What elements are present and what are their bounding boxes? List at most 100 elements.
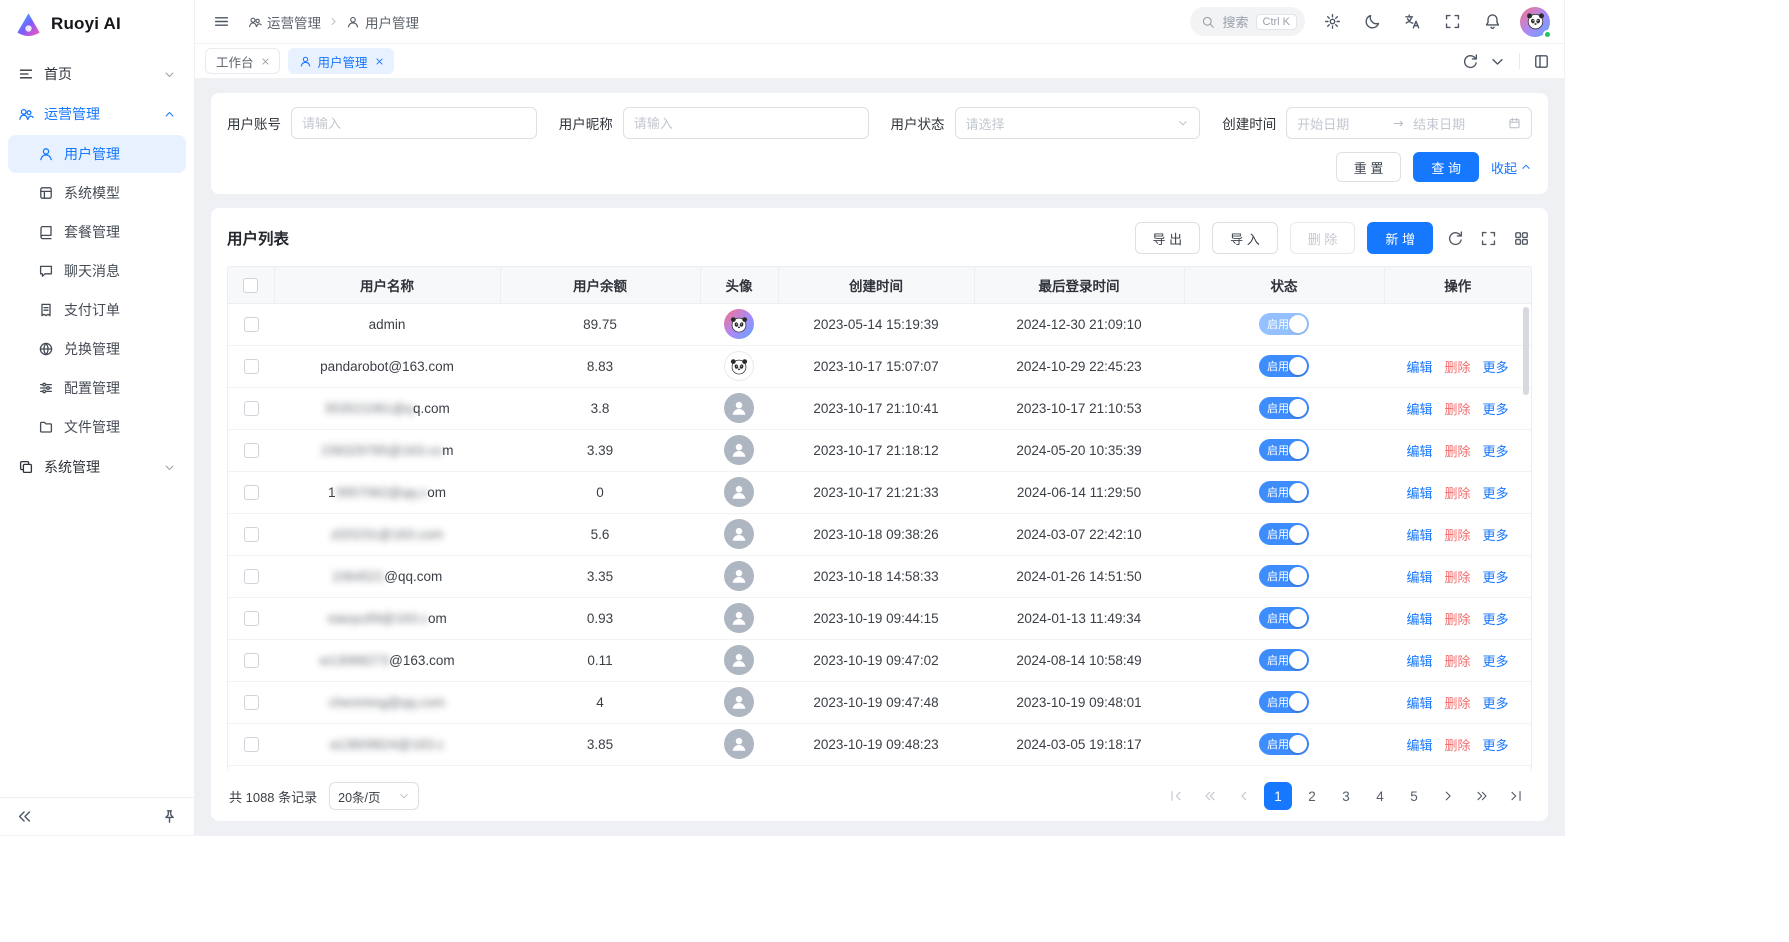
row-checkbox[interactable] <box>244 569 259 584</box>
more-link[interactable]: 更多 <box>1483 696 1509 711</box>
more-link[interactable]: 更多 <box>1483 402 1509 417</box>
status-select[interactable]: 请选择 <box>955 107 1201 139</box>
status-toggle[interactable]: 启用 <box>1259 439 1309 461</box>
status-toggle[interactable]: 启用 <box>1259 649 1309 671</box>
more-link[interactable]: 更多 <box>1483 654 1509 669</box>
prev-jump-button[interactable] <box>1196 782 1224 810</box>
sidebar-item-home[interactable]: 首页 <box>8 54 186 94</box>
more-link[interactable]: 更多 <box>1483 570 1509 585</box>
nickname-input[interactable] <box>623 107 869 139</box>
logo[interactable]: Ruoyi AI <box>0 0 194 48</box>
date-range-picker[interactable]: 开始日期 结束日期 <box>1286 107 1532 139</box>
tab-user-management[interactable]: 用户管理 <box>288 48 394 74</box>
page-button-4[interactable]: 4 <box>1366 782 1394 810</box>
sidebar-item-exchange-management[interactable]: 兑换管理 <box>8 330 186 368</box>
row-checkbox[interactable] <box>244 443 259 458</box>
last-page-button[interactable] <box>1502 782 1530 810</box>
more-link[interactable]: 更多 <box>1483 486 1509 501</box>
edit-link[interactable]: 编辑 <box>1406 528 1432 543</box>
edit-link[interactable]: 编辑 <box>1406 612 1432 627</box>
row-checkbox[interactable] <box>244 485 259 500</box>
first-page-button[interactable] <box>1162 782 1190 810</box>
layout-icon[interactable] <box>1529 49 1554 74</box>
page-button-2[interactable]: 2 <box>1298 782 1326 810</box>
sidebar-item-user-management[interactable]: 用户管理 <box>8 135 186 173</box>
status-toggle[interactable]: 启用 <box>1259 565 1309 587</box>
sidebar-item-system-model[interactable]: 系统模型 <box>8 174 186 212</box>
edit-link[interactable]: 编辑 <box>1406 360 1432 375</box>
search-button[interactable]: 查 询 <box>1413 152 1479 182</box>
edit-link[interactable]: 编辑 <box>1406 444 1432 459</box>
edit-link[interactable]: 编辑 <box>1406 486 1432 501</box>
account-input[interactable] <box>291 107 537 139</box>
status-toggle[interactable]: 启用 <box>1259 313 1309 335</box>
status-toggle[interactable]: 启用 <box>1259 355 1309 377</box>
next-jump-button[interactable] <box>1468 782 1496 810</box>
export-button[interactable]: 导 出 <box>1135 222 1201 254</box>
page-size-select[interactable]: 20条/页 <box>329 782 419 810</box>
delete-button[interactable]: 删 除 <box>1290 222 1356 254</box>
translate-icon[interactable] <box>1400 9 1425 34</box>
row-checkbox[interactable] <box>244 359 259 374</box>
user-avatar[interactable] <box>1520 7 1550 37</box>
row-checkbox[interactable] <box>244 737 259 752</box>
more-link[interactable]: 更多 <box>1483 444 1509 459</box>
delete-link[interactable]: 删除 <box>1444 486 1470 501</box>
scrollbar-thumb[interactable] <box>1523 307 1529 395</box>
pin-sidebar-icon[interactable] <box>157 804 182 829</box>
edit-link[interactable]: 编辑 <box>1406 654 1432 669</box>
row-checkbox[interactable] <box>244 611 259 626</box>
row-checkbox[interactable] <box>244 527 259 542</box>
sidebar-item-file-management[interactable]: 文件管理 <box>8 408 186 446</box>
delete-link[interactable]: 删除 <box>1444 402 1470 417</box>
more-link[interactable]: 更多 <box>1483 360 1509 375</box>
delete-link[interactable]: 删除 <box>1444 444 1470 459</box>
more-link[interactable]: 更多 <box>1483 528 1509 543</box>
sidebar-item-chat-messages[interactable]: 聊天消息 <box>8 252 186 290</box>
page-button-5[interactable]: 5 <box>1400 782 1428 810</box>
sidebar-item-config-management[interactable]: 配置管理 <box>8 369 186 407</box>
status-toggle[interactable]: 启用 <box>1259 481 1309 503</box>
breadcrumb-item[interactable]: 运营管理 <box>248 12 321 32</box>
more-link[interactable]: 更多 <box>1483 738 1509 753</box>
delete-link[interactable]: 删除 <box>1444 654 1470 669</box>
delete-link[interactable]: 删除 <box>1444 612 1470 627</box>
add-button[interactable]: 新 增 <box>1367 222 1433 254</box>
sidebar-item-payment-orders[interactable]: 支付订单 <box>8 291 186 329</box>
prev-page-button[interactable] <box>1230 782 1258 810</box>
edit-link[interactable]: 编辑 <box>1406 402 1432 417</box>
edit-link[interactable]: 编辑 <box>1406 696 1432 711</box>
status-toggle[interactable]: 启用 <box>1259 691 1309 713</box>
chevron-down-icon[interactable] <box>1485 49 1510 74</box>
collapse-sidebar-icon[interactable] <box>12 804 37 829</box>
delete-link[interactable]: 删除 <box>1444 528 1470 543</box>
delete-link[interactable]: 删除 <box>1444 738 1470 753</box>
page-button-1[interactable]: 1 <box>1264 782 1292 810</box>
sidebar-item-system[interactable]: 系统管理 <box>8 447 186 487</box>
hamburger-menu-icon[interactable] <box>209 9 234 34</box>
grid-icon[interactable] <box>1511 228 1532 249</box>
status-toggle[interactable]: 启用 <box>1259 733 1309 755</box>
fullscreen-icon[interactable] <box>1440 9 1465 34</box>
bell-icon[interactable] <box>1480 9 1505 34</box>
row-checkbox[interactable] <box>244 401 259 416</box>
sidebar-item-package-management[interactable]: 套餐管理 <box>8 213 186 251</box>
reset-button[interactable]: 重 置 <box>1336 152 1402 182</box>
collapse-filters-link[interactable]: 收起 <box>1491 158 1532 177</box>
tab-workbench[interactable]: 工作台 <box>205 48 280 74</box>
delete-link[interactable]: 删除 <box>1444 570 1470 585</box>
delete-link[interactable]: 删除 <box>1444 360 1470 375</box>
delete-link[interactable]: 删除 <box>1444 696 1470 711</box>
refresh-icon[interactable] <box>1458 49 1483 74</box>
status-toggle[interactable]: 启用 <box>1259 523 1309 545</box>
edit-link[interactable]: 编辑 <box>1406 570 1432 585</box>
breadcrumb-item[interactable]: 用户管理 <box>346 12 419 32</box>
page-button-3[interactable]: 3 <box>1332 782 1360 810</box>
import-button[interactable]: 导 入 <box>1212 222 1278 254</box>
row-checkbox[interactable] <box>244 695 259 710</box>
row-checkbox[interactable] <box>244 653 259 668</box>
select-all-checkbox[interactable] <box>243 278 258 293</box>
moon-icon[interactable] <box>1360 9 1385 34</box>
next-page-button[interactable] <box>1434 782 1462 810</box>
fullscreen-icon[interactable] <box>1478 228 1499 249</box>
